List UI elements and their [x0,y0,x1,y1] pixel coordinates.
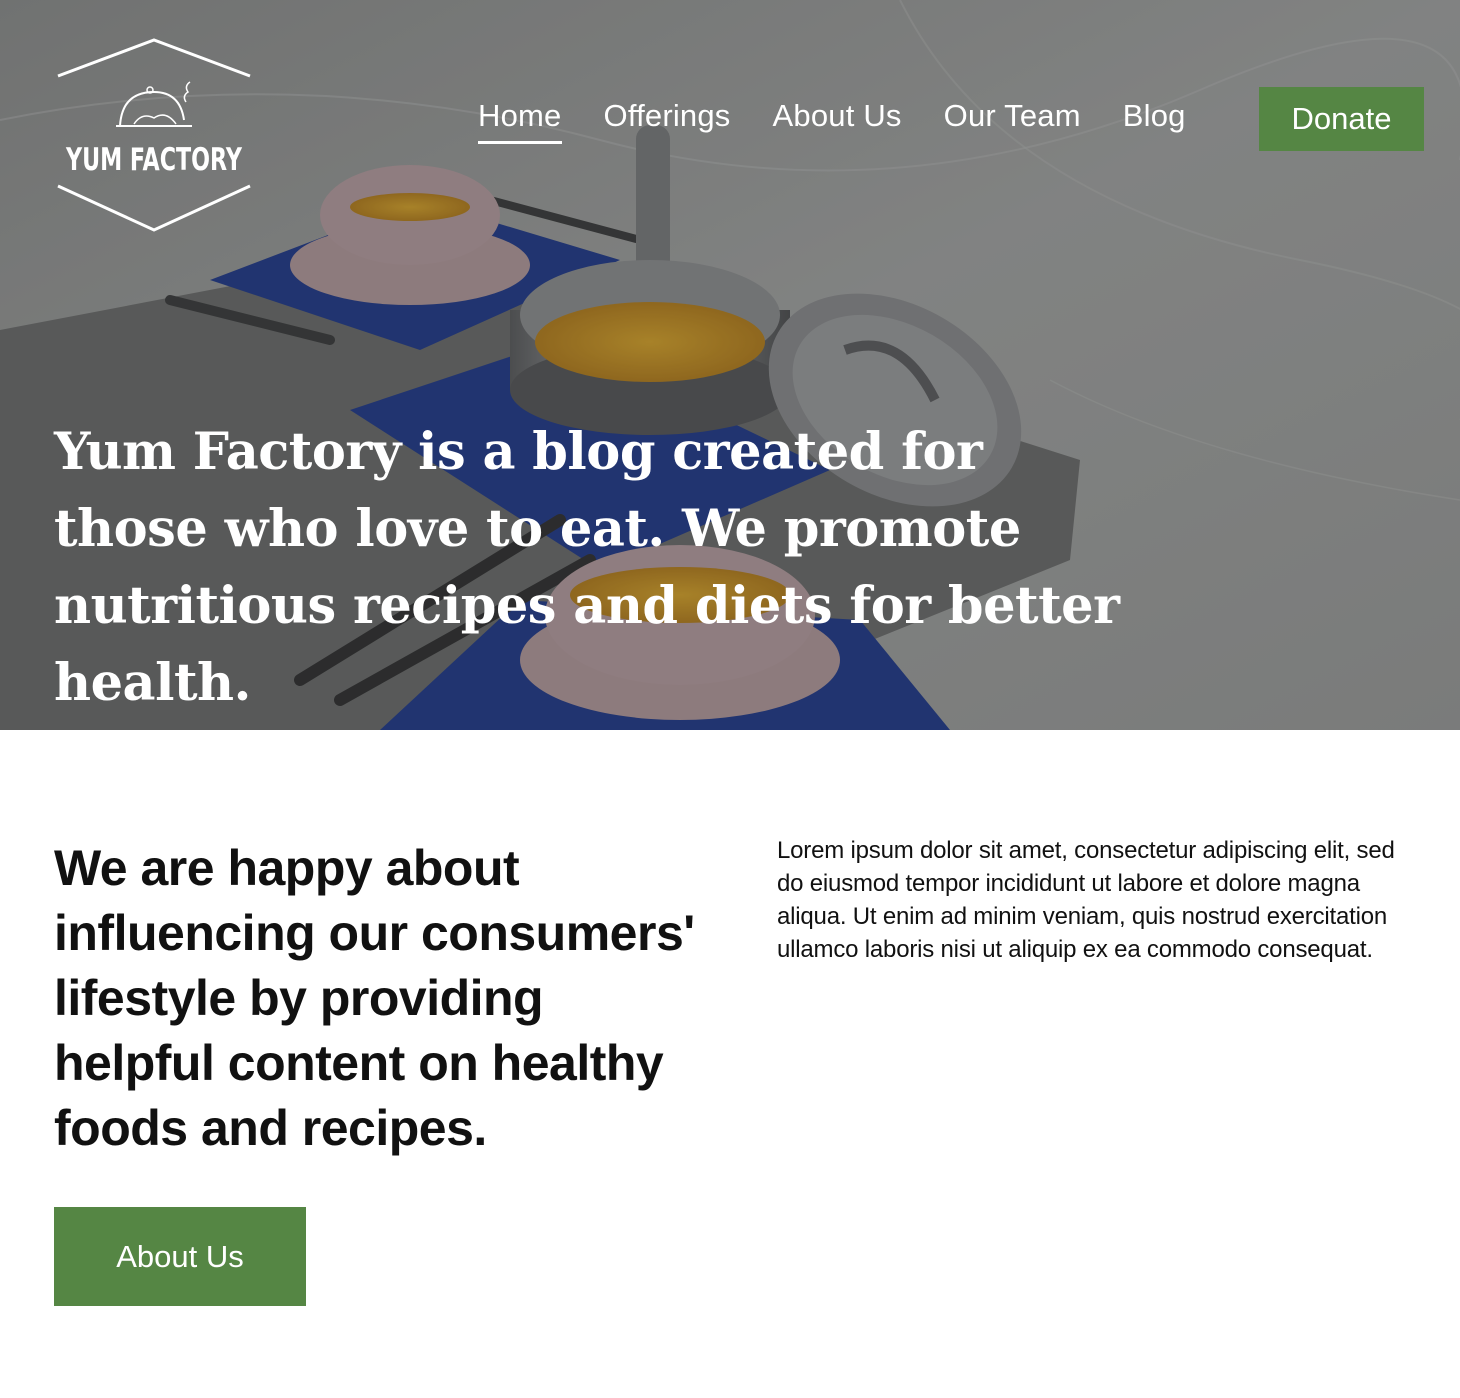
nav-item-home[interactable]: Home [478,98,562,144]
donate-button[interactable]: Donate [1259,87,1424,151]
hero-section: YUM FACTORY Home Offerings About Us Our … [0,0,1460,730]
logo-text: YUM FACTORY [65,142,242,178]
intro-heading: We are happy about influencing our consu… [54,840,695,1156]
hero-headline: Yum Factory is a blog created for those … [54,422,1120,713]
nav-item-our-team[interactable]: Our Team [944,98,1081,140]
nav-item-about-us[interactable]: About Us [773,98,902,140]
nav-item-blog[interactable]: Blog [1123,98,1186,140]
intro-body-text: Lorem ipsum dolor sit amet, consectetur … [777,837,1395,963]
nav-item-offerings[interactable]: Offerings [604,98,731,140]
main-nav: Home Offerings About Us Our Team Blog [478,86,1228,152]
yum-factory-logo[interactable]: YUM FACTORY [54,38,254,234]
about-us-button[interactable]: About Us [54,1207,306,1306]
